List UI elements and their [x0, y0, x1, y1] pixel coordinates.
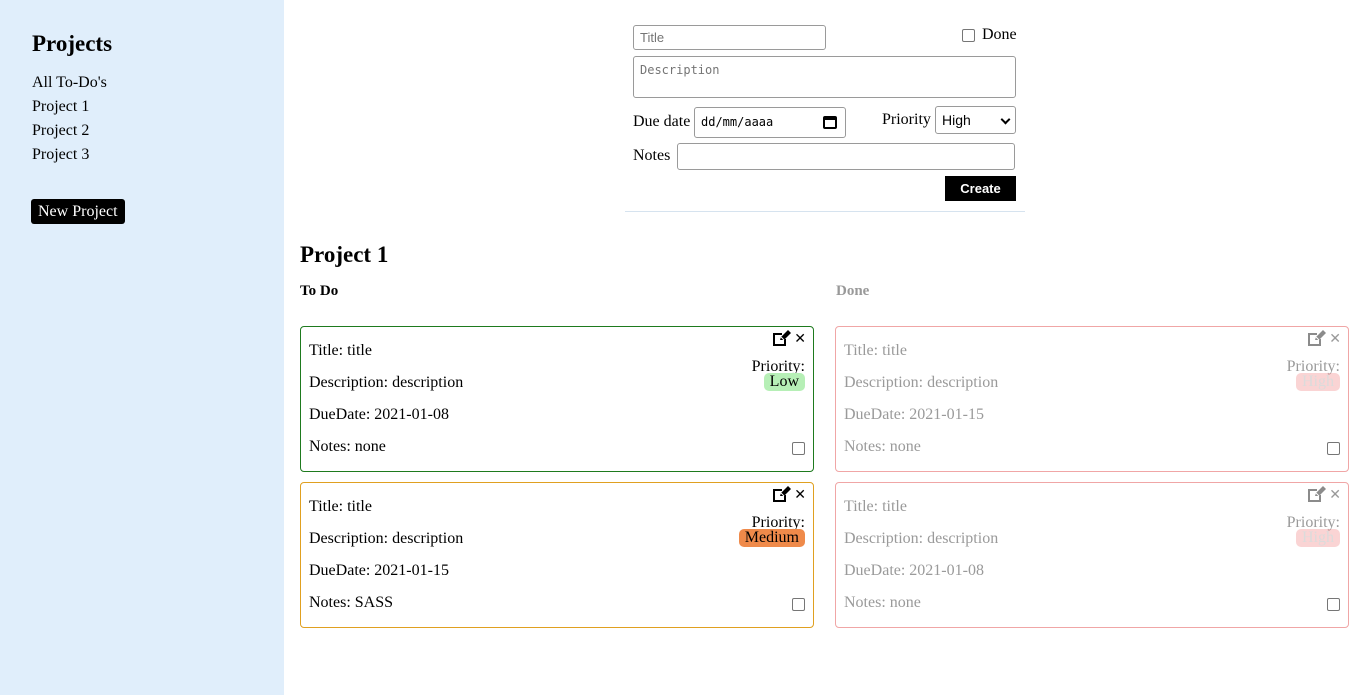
- card-notes: Notes: SASS: [309, 594, 394, 611]
- close-icon[interactable]: ✕: [1329, 330, 1341, 348]
- priority-badge: Low: [763, 373, 805, 391]
- sidebar-title: Projects: [32, 31, 113, 56]
- done-checkbox[interactable]: [792, 598, 805, 611]
- edit-icon[interactable]: [771, 330, 791, 348]
- done-toggle[interactable]: Done: [962, 26, 1017, 44]
- card-due-date: DueDate: 2021-01-08: [309, 406, 449, 423]
- new-project-button[interactable]: New Project: [31, 199, 125, 224]
- description-textarea[interactable]: Description: [633, 56, 1016, 98]
- todo-form: Title Done Description Due date dd/mm/aa…: [625, 0, 1025, 212]
- card-notes: Notes: none: [309, 438, 386, 455]
- edit-icon[interactable]: [771, 486, 791, 504]
- priority-select[interactable]: High: [935, 106, 1016, 134]
- card-title: Title: title: [844, 498, 907, 515]
- edit-icon[interactable]: [1306, 486, 1326, 504]
- card-title: Title: title: [844, 342, 907, 359]
- todo-column-heading: To Do: [300, 283, 339, 299]
- edit-icon[interactable]: [1306, 330, 1326, 348]
- sidebar-item-project-2[interactable]: Project 2: [32, 120, 107, 144]
- priority-selected-value: High: [942, 112, 971, 128]
- card-description: Description: description: [844, 530, 999, 547]
- project-list: All To-Do's Project 1 Project 2 Project …: [32, 72, 107, 168]
- priority-label: Priority: [882, 111, 931, 128]
- done-label: Done: [982, 26, 1017, 43]
- priority-badge: High: [1296, 529, 1340, 547]
- card-title: Title: title: [309, 498, 372, 515]
- sidebar-item-all-todos[interactable]: All To-Do's: [32, 72, 107, 96]
- done-checkbox[interactable]: [792, 442, 805, 455]
- close-icon[interactable]: ✕: [794, 486, 806, 504]
- priority-badge: Medium: [738, 529, 805, 547]
- title-input[interactable]: Title: [633, 25, 826, 50]
- card-description: Description: description: [309, 374, 464, 391]
- priority-badge: High: [1296, 373, 1340, 391]
- card-notes: Notes: none: [844, 594, 921, 611]
- card-due-date: DueDate: 2021-01-08: [844, 562, 984, 579]
- due-date-label: Due date: [633, 113, 691, 130]
- card-due-date: DueDate: 2021-01-15: [309, 562, 449, 579]
- close-icon[interactable]: ✕: [1329, 486, 1341, 504]
- card-due-date: DueDate: 2021-01-15: [844, 406, 984, 423]
- due-date-placeholder: dd/mm/aaaa: [701, 115, 774, 129]
- page-title: Project 1: [300, 242, 389, 267]
- todo-card: ✕ Title: title Description: description Due…: [300, 326, 814, 472]
- notes-label: Notes: [633, 147, 671, 164]
- card-description: Description: description: [309, 530, 464, 547]
- due-date-input[interactable]: dd/mm/aaaa: [694, 107, 846, 138]
- todo-card: ✕ Title: title Description: description Due…: [300, 482, 814, 628]
- sidebar-item-project-1[interactable]: Project 1: [32, 96, 107, 120]
- calendar-icon[interactable]: [823, 116, 837, 129]
- create-button[interactable]: Create: [945, 176, 1016, 201]
- close-icon[interactable]: ✕: [794, 330, 806, 348]
- card-description: Description: description: [844, 374, 999, 391]
- done-card: ✕ Title: title Description: description Due…: [835, 326, 1349, 472]
- sidebar-item-project-3[interactable]: Project 3: [32, 144, 107, 168]
- card-notes: Notes: none: [844, 438, 921, 455]
- done-checkbox[interactable]: [1327, 598, 1340, 611]
- done-checkbox[interactable]: [1327, 442, 1340, 455]
- done-checkbox[interactable]: [962, 28, 975, 42]
- done-column-heading: Done: [836, 283, 870, 299]
- chevron-down-icon: [1000, 114, 1011, 125]
- sidebar: Projects All To-Do's Project 1 Project 2…: [0, 0, 284, 695]
- notes-input[interactable]: [677, 143, 1015, 170]
- done-card: ✕ Title: title Description: description Due…: [835, 482, 1349, 628]
- card-title: Title: title: [309, 342, 372, 359]
